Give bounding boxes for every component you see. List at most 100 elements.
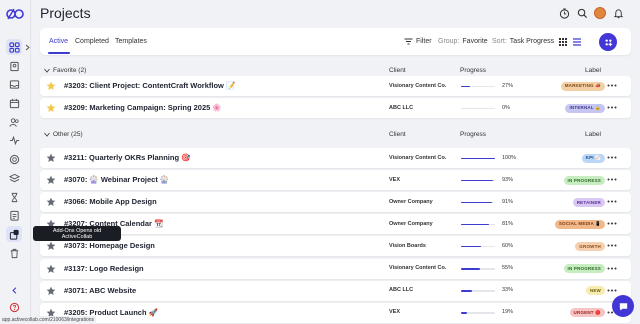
more-options-icon[interactable] [607,154,617,161]
tab-active[interactable]: Active [49,38,68,45]
search-button[interactable] [576,7,588,19]
progress-fill [461,290,473,292]
tooltip-line-2: ActiveCollab [61,234,93,240]
user-avatar[interactable] [594,7,606,19]
sidebar-expand-chevron-icon[interactable] [25,44,30,51]
project-row[interactable]: #3071: ABC Website ABC LLC 33% NEW [40,280,631,301]
project-row[interactable]: #3209: Marketing Campaign: Spring 2025 🌸… [40,98,631,119]
sidebar-item-time[interactable] [6,189,22,205]
project-row[interactable]: #3211: Quarterly OKRs Planning 🎯 Visionar… [40,148,631,168]
more-options-icon[interactable] [607,242,617,249]
notifications-button[interactable] [612,7,624,19]
sidebar-item-calendar[interactable] [6,95,22,111]
sidebar-item-inbox[interactable] [6,76,22,92]
progress-percent: 100% [502,154,517,161]
project-row[interactable]: #3137: Logo Redesign Visionary Content Co… [40,258,631,279]
progress-bar [461,85,495,87]
list-view-icon[interactable] [573,38,581,46]
project-client: Visionary Content Co. [389,82,447,89]
sidebar-collapse-toggle[interactable] [6,282,22,298]
star-icon[interactable] [46,175,56,185]
project-name[interactable]: #3071: ABC Website [64,286,136,295]
project-label-badge[interactable]: URGENT 🔴 [569,308,605,318]
project-row[interactable]: #3205: Product Launch 🚀 VEX 19% URGENT 🔴 [40,302,631,323]
time-tracker-button[interactable] [558,7,570,19]
project-label-badge[interactable]: NEW [585,286,605,296]
project-row[interactable]: #3070: 🎡 Webinar Project 🎡 VEX 93% IN PROGR… [40,170,631,191]
progress-fill [461,157,495,159]
star-icon[interactable] [46,197,56,207]
progress-fill [461,179,493,182]
project-name[interactable]: #3070: 🎡 Webinar Project 🎡 [64,175,169,184]
sidebar-item-activity[interactable] [6,132,22,148]
more-options-icon[interactable] [607,176,617,183]
sidebar-item-projects[interactable] [6,39,22,55]
sidebar-item-add-ons[interactable] [6,226,22,242]
progress-fill [461,201,492,204]
column-header-client: Client [389,131,406,138]
more-options-icon[interactable] [607,265,617,272]
sort-dropdown[interactable]: Sort: Task Progress [492,38,554,45]
group-header-other[interactable]: Other (25) Client Progress Label [40,129,631,140]
group-header-favorite[interactable]: Favorite (2) Client Progress Label [40,65,631,76]
project-row[interactable]: #3207: Content Calendar 📆 Owner Company 81… [40,214,631,235]
star-icon[interactable] [46,286,56,296]
time-icon [11,192,17,202]
project-label-badge[interactable]: RETAINER [572,197,605,207]
more-options-icon[interactable] [607,198,617,205]
project-name[interactable]: #3211: Quarterly OKRs Planning 🎯 [64,153,190,162]
more-options-icon[interactable] [607,104,617,111]
sidebar-help[interactable] [6,299,22,315]
tab-completed[interactable]: Completed [75,38,109,45]
star-icon[interactable] [46,241,56,251]
more-options-icon[interactable] [607,82,617,89]
project-name[interactable]: #3203: Client Project: ContentCraft Work… [64,81,235,90]
project-name[interactable]: #3066: Mobile App Design [64,197,157,206]
sidebar-item-my-work[interactable] [6,58,22,74]
filter-icon [404,38,413,45]
group-dropdown[interactable]: Group: Favorite [438,38,488,45]
tabs-toolbar: Active Completed Templates Filter Group:… [40,28,631,55]
sidebar-item-reports[interactable] [6,207,22,223]
project-label-badge[interactable]: MARKETING 📣 [560,81,605,91]
sidebar-item-layers[interactable] [6,170,22,186]
progress-percent: 0% [502,104,510,111]
project-name[interactable]: #3137: Logo Redesign [64,264,144,273]
project-label-badge[interactable]: IN PROGRESS [563,175,605,185]
progress-bar [461,312,495,314]
favorite-star-icon[interactable] [46,81,56,91]
progress-bar [461,201,495,204]
add-project-button[interactable] [599,33,617,51]
activecollab-logo[interactable] [6,7,25,21]
project-client: ABC LLC [389,287,414,294]
grid-view-icon[interactable] [559,38,567,46]
project-name[interactable]: #3073: Homepage Design [64,241,155,250]
chat-button[interactable] [612,295,634,317]
project-row[interactable]: #3073: Homepage Design Vision Boards 60% GR… [40,236,631,257]
bell-icon [613,8,623,18]
more-options-icon[interactable] [607,287,617,294]
project-label-badge[interactable]: SOCIAL MEDIA 📱 [554,219,605,229]
sidebar-item-people[interactable] [6,114,22,130]
favorite-star-icon[interactable] [46,103,56,113]
star-icon[interactable] [46,153,56,163]
progress-bar [461,268,495,270]
project-label-badge[interactable]: INTERNAL 🔒 [565,103,605,113]
progress-percent: 19% [502,309,514,316]
project-label-badge[interactable]: KPI 📈 [581,153,605,163]
sidebar-item-target[interactable] [6,151,22,167]
project-row[interactable]: #3203: Client Project: ContentCraft Work… [40,76,631,96]
project-label-badge[interactable]: GROWTH [575,241,605,251]
filter-button[interactable]: Filter [404,38,432,45]
progress-bar [461,107,495,110]
trash-icon [10,248,18,258]
progress-percent: 33% [502,287,514,294]
project-row[interactable]: #3066: Mobile App Design Owner Company 91%… [40,192,631,213]
project-name[interactable]: #3209: Marketing Campaign: Spring 2025 🌸 [64,103,222,112]
sort-value: Task Progress [509,38,555,45]
star-icon[interactable] [46,264,56,274]
more-options-icon[interactable] [607,220,617,227]
tab-templates[interactable]: Templates [115,38,147,45]
project-label-badge[interactable]: IN PROGRESS [563,264,605,273]
sidebar-item-trash[interactable] [6,245,22,261]
